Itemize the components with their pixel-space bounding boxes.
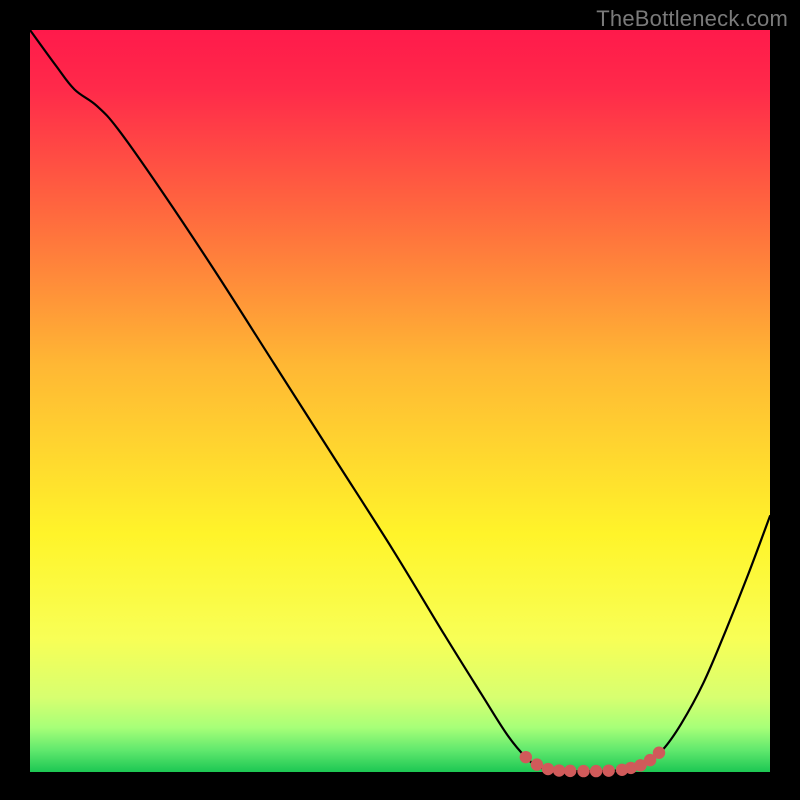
- optimal-marker: [531, 758, 543, 770]
- optimal-marker: [564, 765, 576, 777]
- plot-background: [30, 30, 770, 772]
- optimal-marker: [520, 751, 532, 763]
- chart-container: TheBottleneck.com: [0, 0, 800, 800]
- optimal-marker: [653, 747, 665, 759]
- optimal-marker: [590, 765, 602, 777]
- optimal-marker: [553, 764, 565, 776]
- watermark-text: TheBottleneck.com: [596, 6, 788, 32]
- optimal-marker: [577, 765, 589, 777]
- optimal-marker: [542, 763, 554, 775]
- optimal-marker: [602, 764, 614, 776]
- bottleneck-chart: [0, 0, 800, 800]
